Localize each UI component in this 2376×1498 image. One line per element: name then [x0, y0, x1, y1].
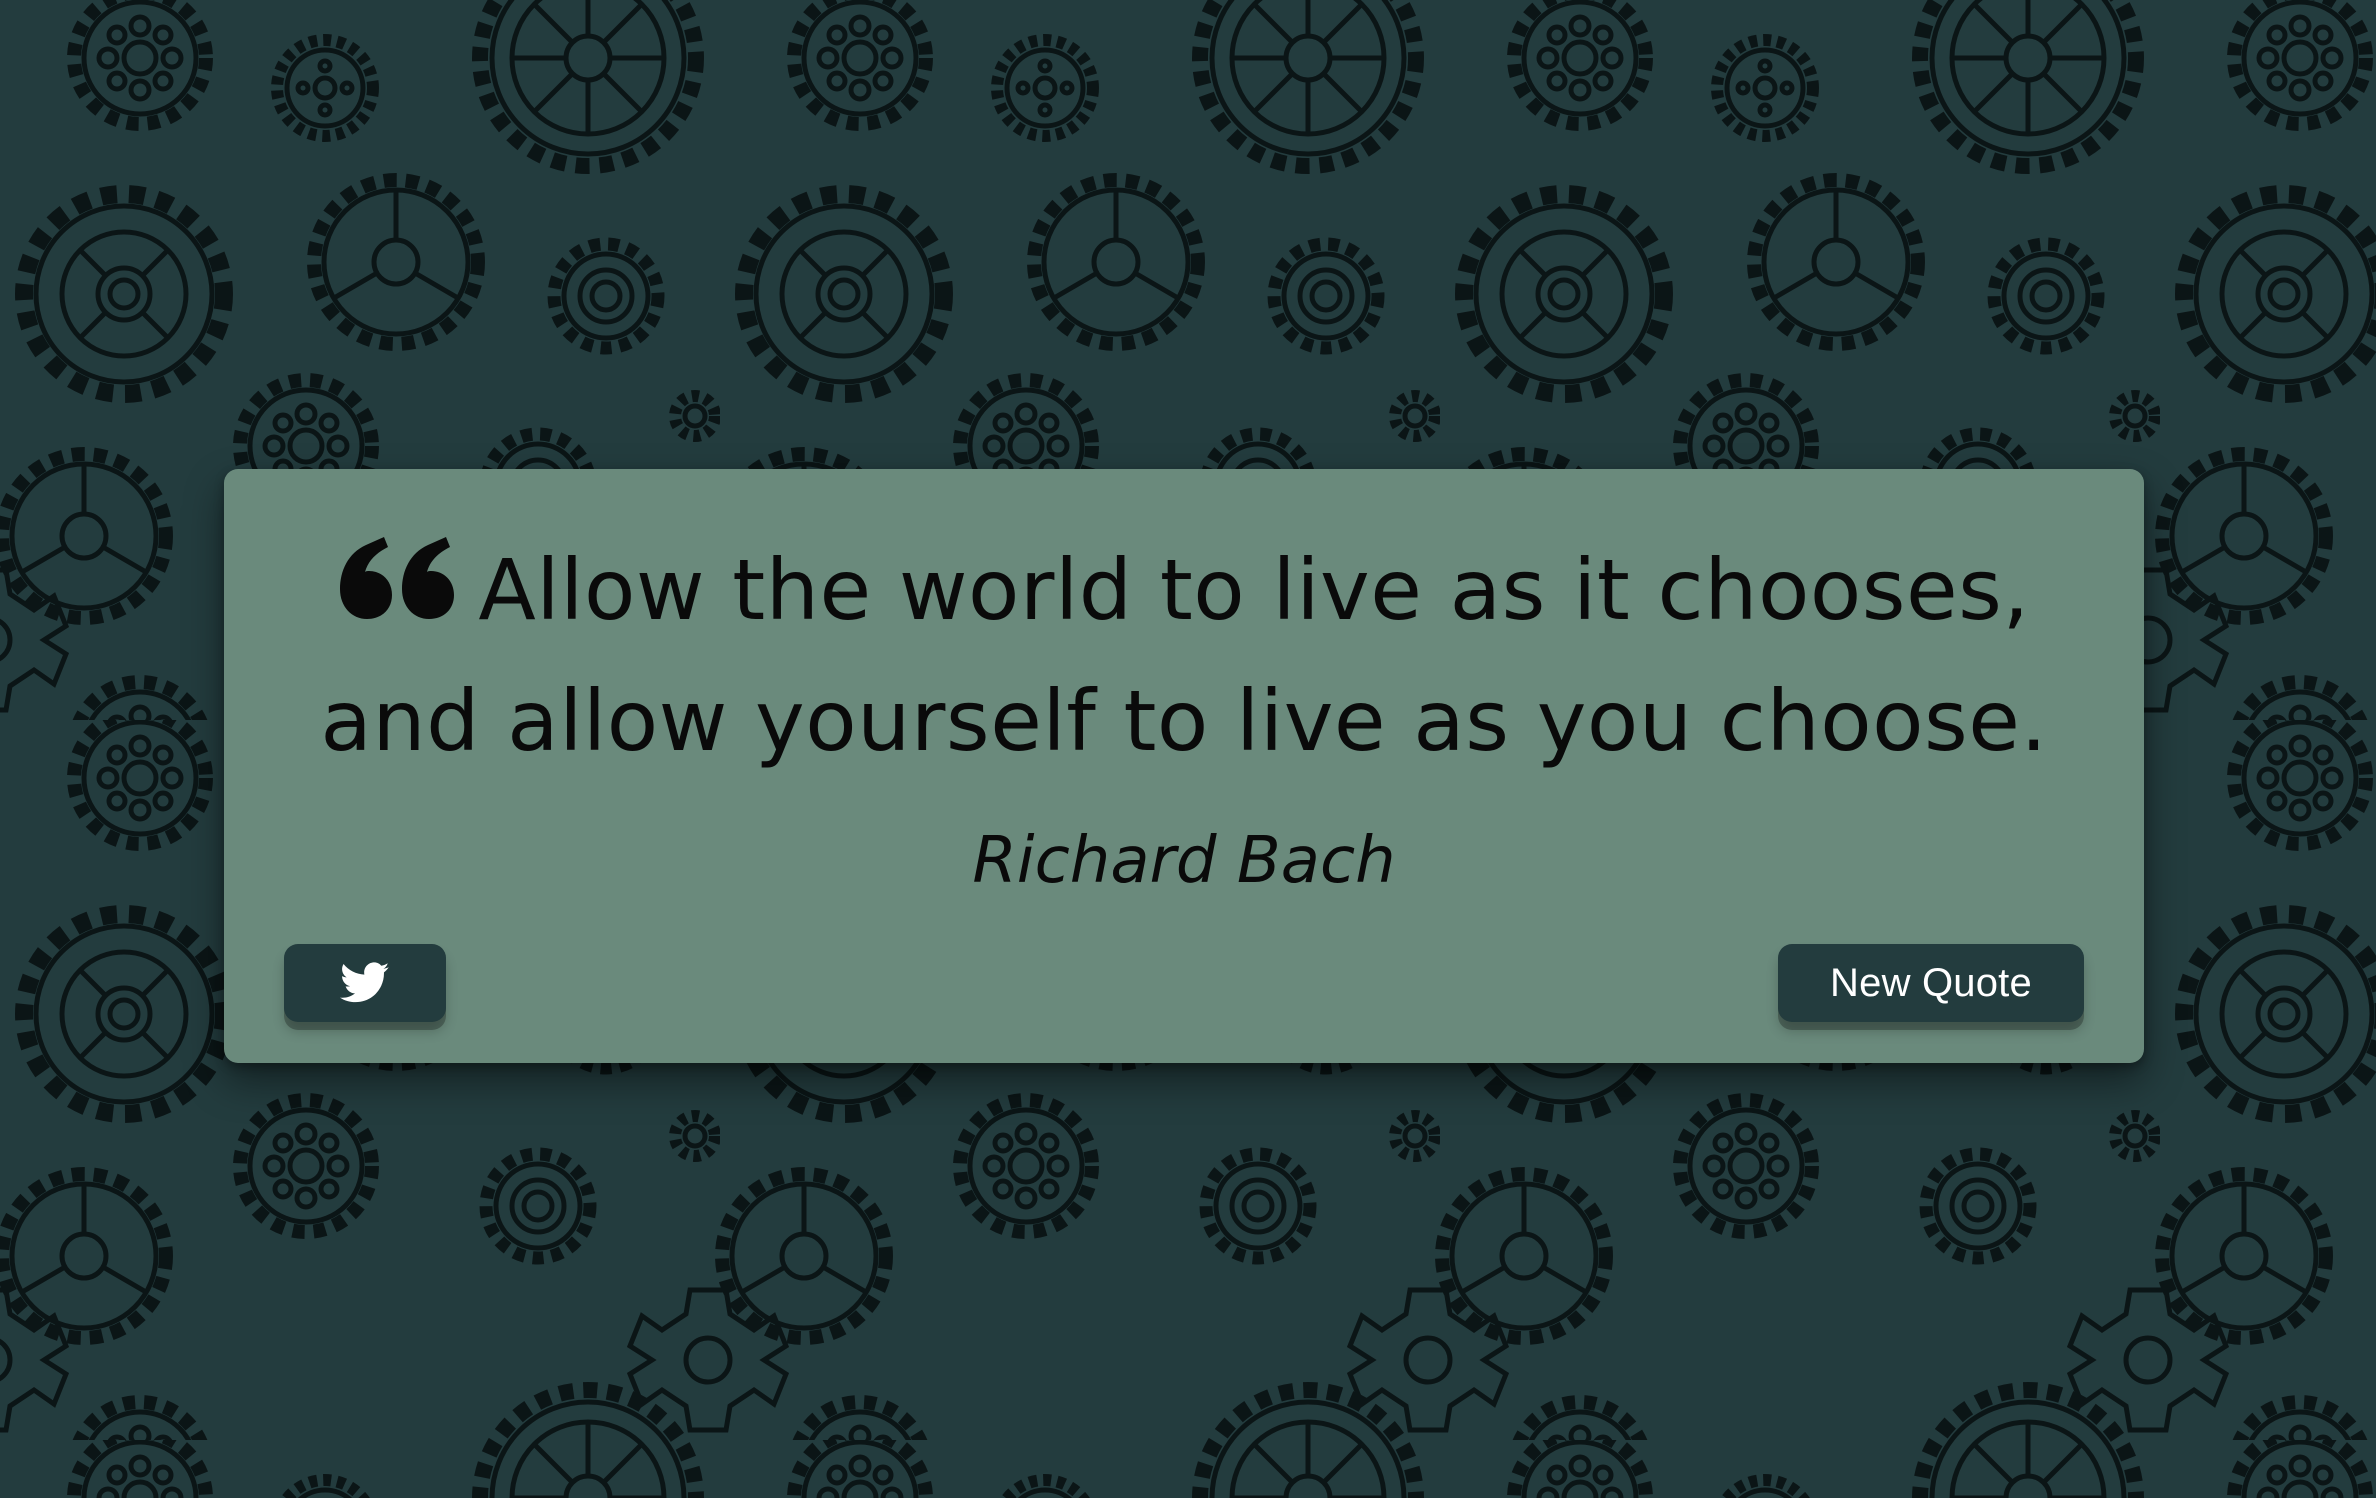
new-quote-button[interactable]: New Quote — [1778, 944, 2084, 1022]
quote-line-2: and allow yourself to live as you choose… — [320, 672, 2048, 770]
tweet-button[interactable] — [284, 944, 446, 1022]
quote-card: Allow the world to live as it chooses, a… — [224, 469, 2144, 1063]
quote-line-1: Allow the world to live as it chooses, — [478, 541, 2030, 639]
twitter-icon — [340, 962, 390, 1003]
quote-author: Richard Bach — [972, 824, 1396, 898]
quote-left-icon — [340, 537, 455, 619]
quote-text: Allow the world to live as it chooses, a… — [264, 525, 2104, 787]
